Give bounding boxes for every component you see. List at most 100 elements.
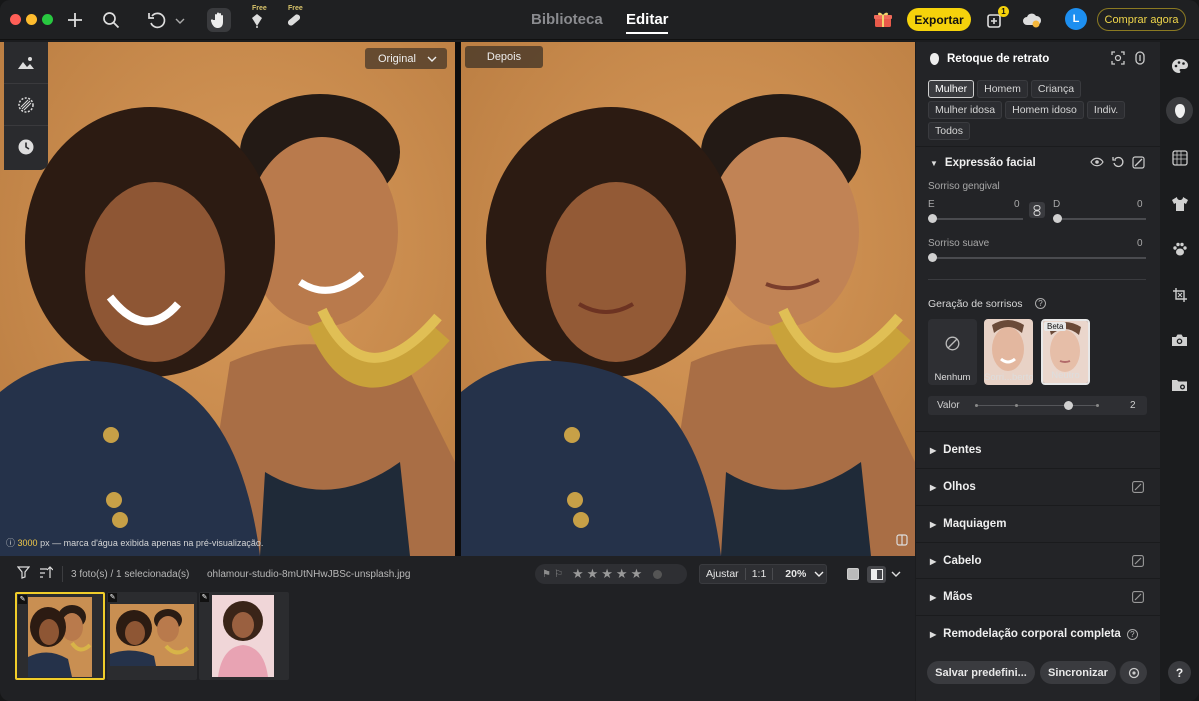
split-view-icon[interactable] [896, 534, 908, 549]
toggle-compare-icon[interactable] [1134, 51, 1146, 68]
help-button[interactable]: ? [1168, 661, 1191, 684]
folder-view-icon[interactable] [1166, 371, 1193, 398]
minimize-window-button[interactable] [26, 14, 37, 25]
slider-knob[interactable] [928, 214, 937, 223]
original-dropdown[interactable]: Original [365, 48, 447, 69]
help-circle-icon[interactable]: ? [1035, 298, 1046, 309]
section-maquiagem[interactable]: ▶ Maquiagem [916, 505, 1160, 542]
section-maos[interactable]: ▶ Mãos [916, 578, 1160, 615]
section-olhos[interactable]: ▶ Olhos [916, 468, 1160, 505]
gummy-smile-right-slider[interactable] [1053, 214, 1146, 223]
zoom-value[interactable]: 20% [773, 568, 810, 580]
slider-knob[interactable] [1063, 400, 1073, 410]
chip-mulher[interactable]: Mulher [928, 80, 975, 98]
undo-history-icon[interactable] [146, 8, 186, 32]
gift-icon[interactable] [871, 8, 895, 32]
fit-button[interactable]: Ajustar [700, 568, 745, 580]
star-icon[interactable]: ★ [616, 566, 628, 582]
left-side-label: E [928, 199, 935, 210]
landscape-tool-icon[interactable] [4, 42, 48, 84]
section-title: Remodelação corporal completa [943, 628, 1121, 640]
star-icon[interactable]: ★ [601, 566, 613, 582]
reset-icon[interactable] [1112, 156, 1124, 171]
smile-card-open[interactable]: Sorri...berto [984, 319, 1033, 385]
texture-icon[interactable] [1166, 144, 1193, 171]
history-clock-icon[interactable] [4, 126, 48, 168]
soft-smile-slider[interactable] [928, 253, 1146, 262]
ai-eraser-tool-icon[interactable]: Free [246, 5, 270, 32]
camera-icon[interactable] [1166, 326, 1193, 353]
chip-homem[interactable]: Homem [977, 80, 1028, 98]
help-circle-icon[interactable]: ? [1126, 628, 1138, 640]
one-to-one-button[interactable]: 1:1 [744, 568, 774, 580]
reject-flag-icon[interactable]: ⚐ [554, 569, 563, 580]
chip-todos[interactable]: Todos [928, 122, 971, 140]
single-view-icon[interactable] [847, 568, 859, 580]
gummy-smile-left-slider[interactable] [928, 214, 1023, 223]
close-window-button[interactable] [10, 14, 21, 25]
section-dentes[interactable]: ▶ Dentes [916, 431, 1160, 468]
slider-knob[interactable] [1053, 214, 1062, 223]
star-icon[interactable]: ★ [572, 566, 584, 582]
value-slider-track[interactable] [975, 400, 1099, 410]
visibility-eye-icon[interactable] [1090, 156, 1104, 171]
palette-icon[interactable] [1166, 52, 1193, 79]
slider-tick [975, 403, 978, 407]
tab-editar[interactable]: Editar [626, 11, 669, 28]
chip-mulher-idosa[interactable]: Mulher idosa [928, 101, 1003, 119]
pet-paw-icon[interactable] [1166, 235, 1193, 262]
section-cabelo[interactable]: ▶ Cabelo [916, 542, 1160, 579]
brush-mask-icon[interactable] [1132, 156, 1145, 172]
buy-now-button[interactable]: Comprar agora [1097, 8, 1186, 31]
edited-icon: ✎ [18, 595, 27, 604]
chevron-down-icon[interactable] [891, 571, 901, 577]
hand-tool-icon[interactable] [207, 8, 231, 32]
zoom-window-button[interactable] [42, 14, 53, 25]
filename: ohlamour-studio-8mUtNHwJBSc-unsplash.jpg [207, 568, 411, 580]
import-icon[interactable]: 1 [983, 6, 1009, 32]
pick-flag-icon[interactable]: ⚑ [542, 569, 551, 580]
thumbnail-1[interactable]: ✎ [15, 592, 105, 680]
export-button[interactable]: Exportar [907, 8, 971, 31]
face-detect-icon[interactable] [1111, 51, 1125, 68]
triangle-right-icon: ▶ [930, 519, 937, 529]
chevron-down-icon[interactable] [814, 571, 824, 577]
compare-view-icon[interactable] [867, 565, 886, 583]
color-label-dot[interactable] [653, 569, 663, 579]
chip-crianca[interactable]: Criança [1030, 80, 1082, 98]
gear-icon [1128, 667, 1139, 678]
thumbnail-3[interactable]: ✎ [199, 592, 289, 680]
card-label: Sorri...berto [984, 372, 1033, 383]
link-sides-icon[interactable] [1029, 202, 1045, 218]
chip-individual[interactable]: Indiv. [1086, 101, 1126, 119]
add-icon[interactable] [63, 8, 87, 32]
portrait-face-icon[interactable] [1166, 97, 1193, 124]
sync-button[interactable]: Sincronizar [1040, 661, 1116, 684]
canvas-area[interactable]: Original Depois ⓘ 3000 px — marca d'água… [0, 42, 915, 556]
bandage-tool-icon[interactable]: Free [282, 5, 306, 32]
sync-settings-button[interactable] [1119, 661, 1147, 684]
search-icon[interactable] [99, 8, 123, 32]
crop-frame-icon[interactable] [1166, 281, 1193, 308]
rating-group: ⚑ ⚐ ★ ★ ★ ★ ★ [535, 564, 687, 584]
thumbnail-2[interactable]: ✎ [107, 592, 197, 680]
brush-mask-icon[interactable] [1132, 555, 1144, 567]
section-remodelacao-corporal[interactable]: ▶ Remodelação corporal completa ? [916, 615, 1160, 652]
smile-card-neutral[interactable]: Beta Neutro [1041, 319, 1090, 385]
tshirt-icon[interactable] [1166, 190, 1193, 217]
brush-mask-icon[interactable] [1132, 591, 1144, 603]
brush-mask-icon[interactable] [1132, 481, 1144, 493]
sort-icon[interactable] [39, 566, 54, 582]
save-preset-button[interactable]: Salvar predefini... [927, 661, 1035, 684]
avatar[interactable]: L [1065, 8, 1087, 30]
smile-card-none[interactable]: Nenhum [928, 319, 977, 385]
filter-icon[interactable] [16, 566, 31, 582]
star-icon[interactable]: ★ [587, 566, 599, 582]
star-icon[interactable]: ★ [631, 566, 643, 582]
none-icon [945, 336, 960, 351]
noise-grain-tool-icon[interactable] [4, 84, 48, 126]
cloud-sync-icon[interactable] [1020, 8, 1044, 32]
tab-biblioteca[interactable]: Biblioteca [531, 11, 603, 28]
slider-knob[interactable] [928, 253, 937, 262]
chip-homem-idoso[interactable]: Homem idoso [1005, 101, 1084, 119]
